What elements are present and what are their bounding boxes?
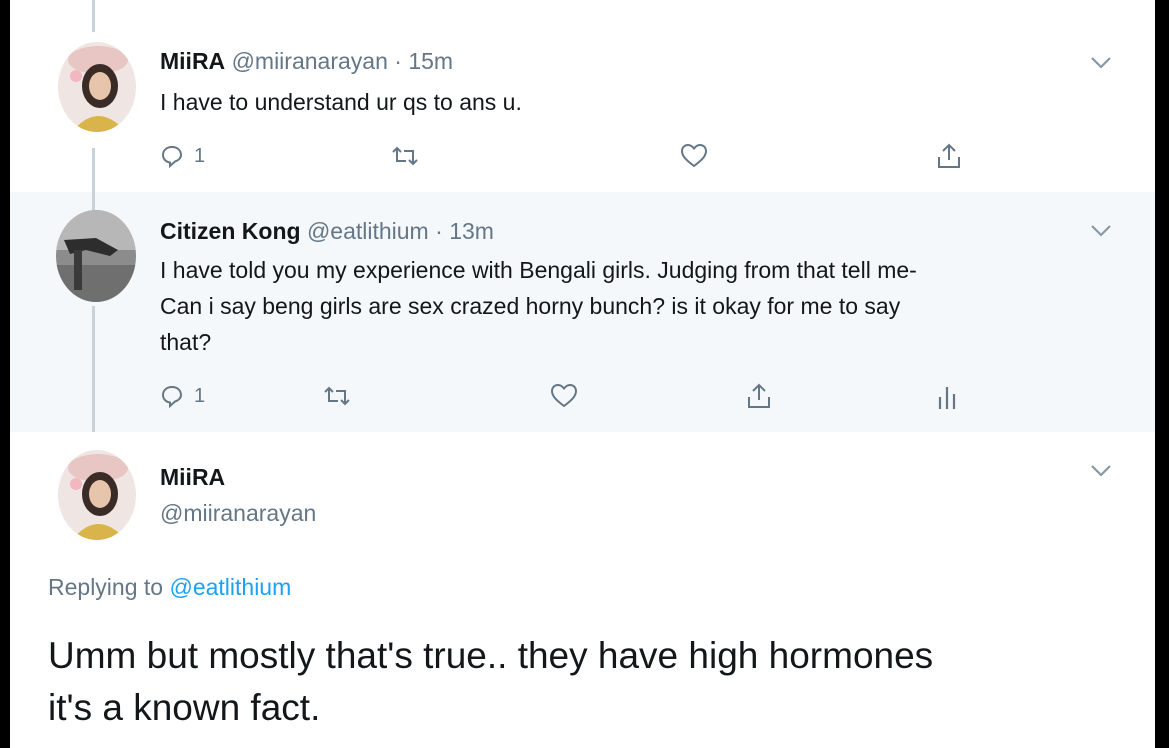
reply-button[interactable]: 1 — [160, 140, 205, 172]
reply-icon — [160, 384, 184, 408]
reply-count: 1 — [194, 384, 206, 407]
avatar-image — [56, 210, 136, 302]
tweet-text-line: that? — [160, 329, 212, 355]
chevron-down-icon[interactable] — [1090, 464, 1112, 478]
tweet-header: Citizen Kong @eatlithium · 13m — [160, 218, 494, 245]
handle[interactable]: @eatlithium — [307, 218, 429, 244]
tweet-header: MiiRA @miiranarayan · 15m — [160, 48, 453, 75]
reply-button[interactable]: 1 — [160, 380, 205, 412]
retweet-button[interactable] — [322, 380, 352, 412]
thread-line — [92, 0, 95, 32]
avatar-citizen-kong[interactable] — [56, 210, 136, 302]
avatar-image — [58, 42, 136, 132]
analytics-button[interactable] — [936, 380, 958, 412]
separator: · — [435, 218, 443, 244]
main-tweet-text-line: Umm but mostly that's true.. they have h… — [48, 635, 934, 676]
retweet-icon — [322, 384, 352, 408]
replying-to: Replying to @eatlithium — [48, 574, 291, 601]
display-name[interactable]: MiiRA — [160, 464, 225, 491]
analytics-icon — [936, 383, 958, 409]
share-icon — [746, 382, 772, 410]
replying-to-link[interactable]: @eatlithium — [169, 574, 291, 600]
reply-count: 1 — [194, 144, 206, 167]
thread-line — [92, 306, 95, 432]
handle[interactable]: @miiranarayan — [160, 500, 316, 527]
tweet-miira-1[interactable]: MiiRA @miiranarayan · 15m I have to unde… — [10, 0, 1155, 192]
twitter-thread-screenshot: MiiRA @miiranarayan · 15m I have to unde… — [10, 0, 1155, 748]
tweet-text-line: Can i say beng girls are sex crazed horn… — [160, 293, 901, 319]
avatar-miira[interactable] — [58, 450, 136, 540]
main-tweet-text-line: it's a known fact. — [48, 687, 321, 728]
tweet-text-line: I have told you my experience with Benga… — [160, 257, 917, 283]
avatar-image — [58, 450, 136, 540]
main-tweet-miira: MiiRA @miiranarayan Replying to @eatlith… — [10, 432, 1155, 748]
replying-prefix: Replying to — [48, 574, 164, 600]
retweet-icon — [390, 144, 420, 168]
tweet-actions: 1 — [160, 380, 1060, 412]
avatar-miira[interactable] — [58, 42, 136, 132]
handle[interactable]: @miiranarayan — [232, 48, 388, 74]
like-button[interactable] — [680, 140, 708, 172]
like-icon — [550, 383, 578, 409]
share-button[interactable] — [936, 140, 962, 172]
display-name[interactable]: MiiRA — [160, 48, 225, 74]
thread-line — [92, 192, 95, 210]
share-button[interactable] — [746, 380, 772, 412]
tweet-actions: 1 — [160, 140, 1060, 172]
reply-icon — [160, 144, 184, 168]
tweet-citizen-kong[interactable]: Citizen Kong @eatlithium · 13m I have to… — [10, 192, 1155, 432]
thread-line — [92, 148, 95, 192]
timestamp[interactable]: 13m — [449, 218, 494, 244]
retweet-button[interactable] — [390, 140, 420, 172]
timestamp[interactable]: 15m — [408, 48, 453, 74]
chevron-down-icon[interactable] — [1090, 56, 1112, 70]
like-button[interactable] — [550, 380, 578, 412]
separator: · — [394, 48, 402, 74]
share-icon — [936, 142, 962, 170]
display-name[interactable]: Citizen Kong — [160, 218, 301, 244]
like-icon — [680, 143, 708, 169]
tweet-text: I have to understand ur qs to ans u. — [160, 89, 522, 115]
chevron-down-icon[interactable] — [1090, 224, 1112, 238]
main-tweet-text: Umm but mostly that's true.. they have h… — [48, 630, 1148, 734]
